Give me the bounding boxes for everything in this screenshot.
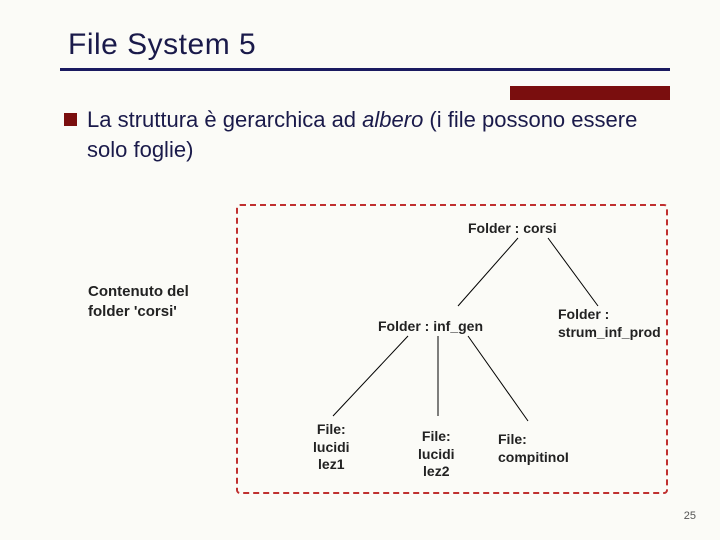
node-strum-l1: Folder :: [558, 306, 661, 324]
title-underline: [60, 68, 670, 71]
page-title: File System 5: [0, 28, 720, 62]
diagram-caption: Contenuto del folder 'corsi': [88, 282, 189, 321]
file3-l2: compitinoI: [498, 449, 569, 467]
file3-l1: File:: [498, 431, 569, 449]
node-root: Folder : corsi: [468, 220, 557, 238]
page-number: 25: [684, 510, 696, 522]
file2-l3: lez2: [418, 463, 455, 481]
file2-l2: lucidi: [418, 446, 455, 464]
node-file2: File: lucidi lez2: [418, 428, 455, 481]
caption-line1: Contenuto del: [88, 282, 189, 302]
bullet-square-icon: [64, 113, 77, 126]
bullet-item: La struttura è gerarchica ad albero (i f…: [64, 105, 670, 164]
node-inf-gen: Folder : inf_gen: [378, 318, 483, 336]
caption-line2: folder 'corsi': [88, 302, 189, 322]
node-file1: File: lucidi lez1: [313, 421, 350, 474]
accent-bar: [510, 86, 670, 100]
node-file3: File: compitinoI: [498, 431, 569, 466]
slide: File System 5 La struttura è gerarchica …: [0, 0, 720, 540]
file1-l2: lucidi: [313, 439, 350, 457]
file1-l3: lez1: [313, 456, 350, 474]
file2-l1: File:: [418, 428, 455, 446]
bullet-pre: La struttura è gerarchica ad: [87, 107, 362, 132]
tree-diagram: Folder : corsi Folder : inf_gen Folder :…: [236, 204, 668, 494]
bullet-italic: albero: [362, 107, 423, 132]
bullet-text: La struttura è gerarchica ad albero (i f…: [87, 105, 670, 164]
node-strum: Folder : strum_inf_prod: [558, 306, 661, 341]
node-strum-l2: strum_inf_prod: [558, 324, 661, 342]
file1-l1: File:: [313, 421, 350, 439]
